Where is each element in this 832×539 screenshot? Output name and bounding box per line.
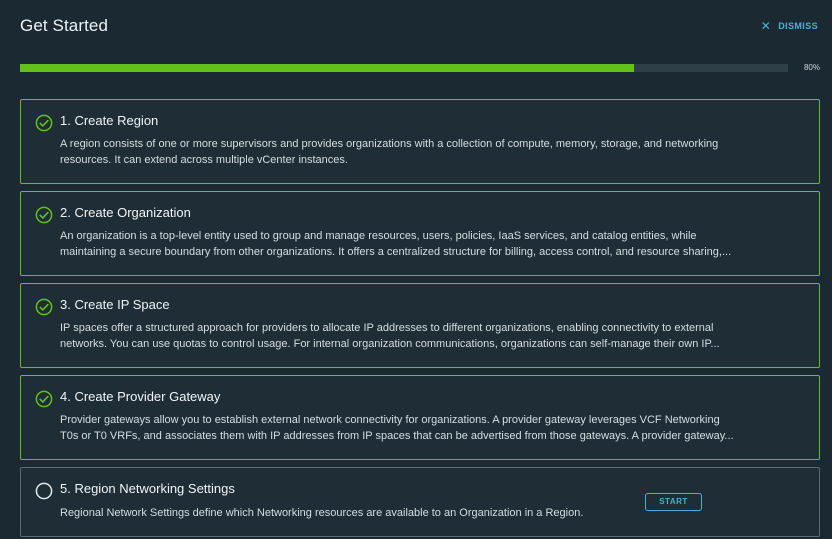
step-description-line: An organization is a top-level entity us… bbox=[60, 230, 697, 242]
step-description-line: Regional Network Settings define which N… bbox=[60, 507, 584, 519]
step-create-provider-gateway: 4. Create Provider Gateway Provider gate… bbox=[20, 375, 820, 460]
step-description: Provider gateways allow you to establish… bbox=[60, 412, 800, 444]
progress-fill bbox=[20, 64, 635, 72]
dismiss-button[interactable]: ✕ DISMISS bbox=[760, 19, 818, 33]
progress-bar: 80% bbox=[20, 63, 820, 74]
step-title: 1. Create Region bbox=[60, 113, 159, 128]
step-title: 3. Create IP Space bbox=[60, 297, 170, 312]
start-button[interactable]: START bbox=[645, 493, 702, 511]
dismiss-label: DISMISS bbox=[778, 21, 818, 31]
step-description-line: networks. You can use quotas to control … bbox=[60, 338, 720, 350]
step-region-networking-settings: 5. Region Networking Settings Regional N… bbox=[20, 467, 820, 537]
check-circle-icon bbox=[35, 390, 53, 408]
step-description-line: T0s or T0 VRFs, and associates them with… bbox=[60, 430, 734, 442]
close-icon: ✕ bbox=[760, 19, 772, 33]
step-description: An organization is a top-level entity us… bbox=[60, 228, 800, 260]
step-title: 2. Create Organization bbox=[60, 205, 191, 220]
check-circle-icon bbox=[35, 206, 53, 224]
progress-percent: 80% bbox=[803, 63, 820, 72]
step-list: 1. Create Region A region consists of on… bbox=[20, 99, 820, 539]
step-description: IP spaces offer a structured approach fo… bbox=[60, 320, 800, 352]
step-description-line: maintaining a secure boundary from other… bbox=[60, 246, 732, 258]
step-title: 5. Region Networking Settings bbox=[60, 481, 235, 496]
step-description-line: Provider gateways allow you to establish… bbox=[60, 414, 720, 426]
empty-circle-icon bbox=[35, 482, 53, 500]
step-description-line: A region consists of one or more supervi… bbox=[60, 138, 719, 150]
step-create-organization: 2. Create Organization An organization i… bbox=[20, 191, 820, 276]
step-description: A region consists of one or more supervi… bbox=[60, 136, 800, 168]
progress-track bbox=[20, 64, 788, 72]
step-description-line: IP spaces offer a structured approach fo… bbox=[60, 322, 714, 334]
panel-header: Get Started ✕ DISMISS bbox=[20, 16, 820, 40]
page-title: Get Started bbox=[20, 16, 109, 35]
check-circle-icon bbox=[35, 114, 53, 132]
step-create-region: 1. Create Region A region consists of on… bbox=[20, 99, 820, 184]
step-description: Regional Network Settings define which N… bbox=[60, 505, 660, 521]
step-create-ip-space: 3. Create IP Space IP spaces offer a str… bbox=[20, 283, 820, 368]
step-description-line: resources. It can extend across multiple… bbox=[60, 154, 348, 166]
step-title: 4. Create Provider Gateway bbox=[60, 389, 221, 404]
check-circle-icon bbox=[35, 298, 53, 316]
get-started-panel: Get Started ✕ DISMISS 80% 1. Create Regi… bbox=[0, 0, 832, 539]
